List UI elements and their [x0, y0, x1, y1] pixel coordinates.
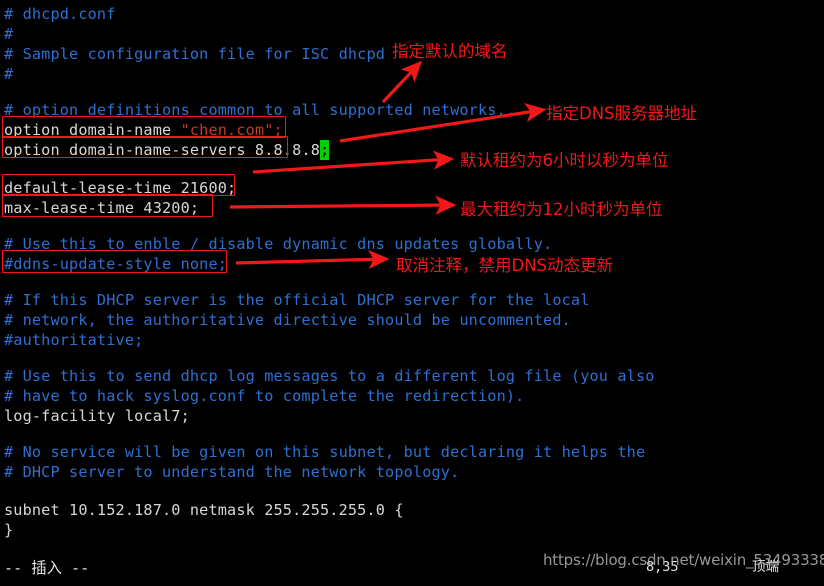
code-line: # Use this to enble / disable dynamic dn…: [4, 235, 553, 253]
code-line: # No service will be given on this subne…: [4, 443, 646, 461]
vim-status-mode: -- 插入 --: [4, 559, 90, 577]
code-line-ddns: #ddns-update-style none;: [4, 255, 228, 273]
code-line-log-facility: log-facility local7;: [4, 407, 190, 425]
code-token: option domain-name: [4, 121, 181, 139]
code-line: # have to hack syslog.conf to complete t…: [4, 387, 525, 405]
code-line-subnet: subnet 10.152.187.0 netmask 255.255.255.…: [4, 501, 404, 519]
code-line: # DHCP server to understand the network …: [4, 463, 460, 481]
code-line: # network, the authoritative directive s…: [4, 311, 571, 329]
code-line: #: [4, 65, 14, 83]
code-line: # If this DHCP server is the official DH…: [4, 291, 590, 309]
code-line: # Sample configuration file for ISC dhcp…: [4, 45, 386, 63]
watermark-url: https://blog.csdn.net/weixin_53493338: [543, 551, 824, 569]
code-line-closing-brace: }: [4, 521, 14, 539]
code-line: # Use this to send dhcp log messages to …: [4, 367, 655, 385]
terminal-window[interactable]: # dhcpd.conf # # Sample configuration fi…: [0, 0, 824, 586]
vim-cursor: ;: [319, 140, 330, 160]
code-token: option domain-name-servers 8.8.8.8: [4, 141, 320, 159]
code-token-string: "chen.com";: [180, 121, 283, 139]
code-line: #: [4, 25, 14, 43]
code-line: #authoritative;: [4, 331, 144, 349]
code-line-max-lease: max-lease-time 43200;: [4, 199, 200, 217]
code-line-default-lease: default-lease-time 21600;: [4, 179, 237, 197]
code-line: # dhcpd.conf: [4, 5, 116, 23]
code-line-domain-name: option domain-name "chen.com";: [4, 120, 283, 140]
code-line: # option definitions common to all suppo…: [4, 101, 525, 119]
code-line-domain-name-servers: option domain-name-servers 8.8.8.8;: [4, 140, 329, 160]
